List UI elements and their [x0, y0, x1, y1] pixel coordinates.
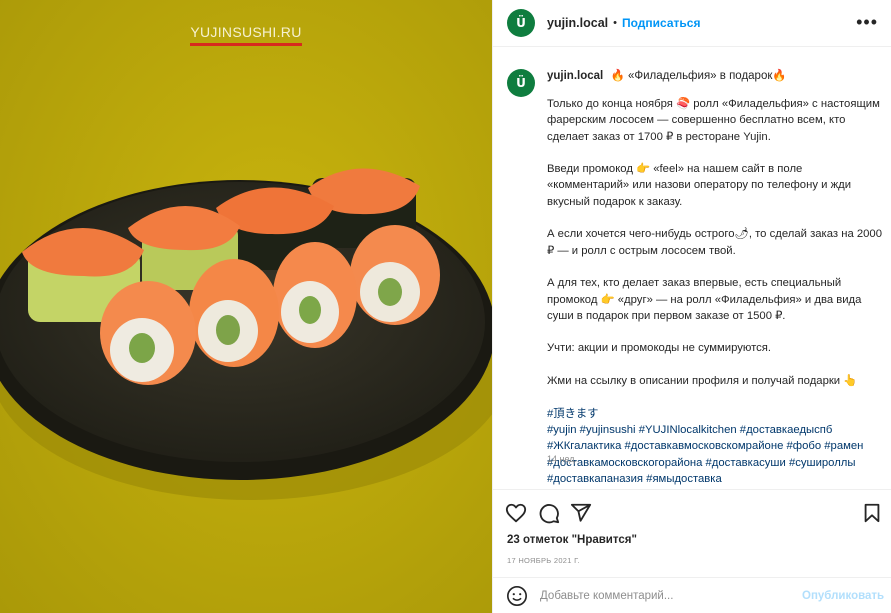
comment-icon[interactable]	[538, 502, 560, 524]
separator-dot: •	[613, 17, 617, 29]
caption-header: yujin.local 🔥 «Филадельфия» в подарок🔥	[547, 68, 877, 84]
hashtag-link[interactable]: #頂きます	[547, 408, 598, 420]
caption-paragraph: Только до конца ноября 🍣 ролл «Филадельф…	[547, 98, 880, 143]
hashtag-link[interactable]: #сушироллы	[789, 457, 856, 469]
more-options-icon[interactable]: •••	[856, 13, 878, 31]
hashtag-link[interactable]: #доставкапаназия	[547, 473, 643, 485]
post-header: Ü yujin.local • Подписаться •••	[493, 0, 891, 47]
avatar[interactable]: Ü	[507, 9, 535, 37]
caption-paragraph: А если хочется чего-нибудь острого🌶, то …	[547, 228, 882, 257]
comment-input[interactable]	[540, 589, 802, 602]
likes-count[interactable]: 23 отметок "Нравится"	[507, 534, 637, 546]
caption-area: Ü yujin.local 🔥 «Филадельфия» в подарок🔥…	[493, 48, 891, 488]
hashtag-link[interactable]: #рамен	[824, 440, 863, 452]
hashtag-list: #頂きます #yujin #yujinsushi #YUJINlocalkitc…	[547, 406, 883, 487]
comment-bar: Опубликовать	[493, 577, 891, 613]
watermark-text: YUJINSUSHI.RU	[0, 24, 492, 46]
caption-username-link[interactable]: yujin.local	[547, 70, 603, 82]
username-link[interactable]: yujin.local	[547, 16, 608, 30]
caption-avatar[interactable]: Ü	[507, 69, 535, 97]
caption-paragraph: Учти: акции и промокоды не суммируются.	[547, 342, 772, 355]
hashtag-link[interactable]: #доставкасуши	[706, 457, 786, 469]
follow-button[interactable]: Подписаться	[622, 16, 700, 30]
caption-time-ago[interactable]: 14 нед.	[547, 454, 577, 464]
caption-paragraph: Введи промокод 👉 «feel» на нашем сайт в …	[547, 163, 852, 208]
hashtag-link[interactable]: #доставкавмосковскомрайоне	[625, 440, 784, 452]
post-date: 17 НОЯБРЬ 2021 Г.	[507, 556, 580, 565]
hashtag-link[interactable]: #ЖКгалактика	[547, 440, 621, 452]
hashtag-link[interactable]: #YUJINlocalkitchen	[639, 424, 737, 436]
caption-paragraph: Жми на ссылку в описании профиля и получ…	[547, 375, 858, 388]
caption-title: 🔥 «Филадельфия» в подарок🔥	[610, 70, 787, 82]
hashtag-link[interactable]: #фобо	[787, 440, 822, 452]
share-icon[interactable]	[570, 502, 592, 524]
post-photo[interactable]: YUJINSUSHI.RU	[0, 0, 492, 613]
post-panel: Ü yujin.local • Подписаться ••• Ü yujin.…	[492, 0, 891, 613]
bookmark-icon[interactable]	[861, 502, 883, 524]
sushi-photo	[0, 0, 492, 613]
hashtag-link[interactable]: #ямыдоставка	[646, 473, 722, 485]
hashtag-link[interactable]: #yujinsushi	[580, 424, 636, 436]
caption-paragraph: А для тех, кто делает заказ впервые, ест…	[547, 277, 862, 322]
caption-text: Только до конца ноября 🍣 ролл «Филадельф…	[547, 96, 883, 487]
heart-icon[interactable]	[505, 502, 527, 524]
emoji-icon[interactable]	[506, 585, 528, 607]
publish-button[interactable]: Опубликовать	[802, 590, 884, 602]
hashtag-link[interactable]: #yujin	[547, 424, 577, 436]
hashtag-link[interactable]: #доставкаедыспб	[740, 424, 833, 436]
